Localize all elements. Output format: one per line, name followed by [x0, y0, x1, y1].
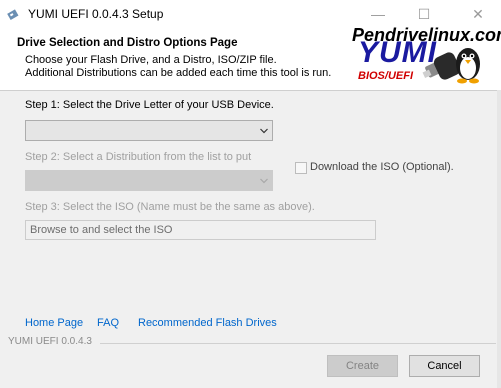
usb-penguin-logo-icon [422, 48, 480, 84]
download-iso-label: Download the ISO (Optional). [310, 161, 454, 173]
home-page-link[interactable]: Home Page [25, 317, 83, 329]
header-banner: Drive Selection and Distro Options Page … [0, 25, 501, 90]
recommended-drives-link[interactable]: Recommended Flash Drives [138, 317, 277, 329]
step1-label: Step 1: Select the Drive Letter of your … [25, 99, 274, 111]
create-button[interactable]: Create [327, 355, 398, 377]
distribution-select[interactable] [25, 170, 273, 191]
drive-letter-select[interactable] [25, 120, 273, 141]
page-description-line1: Choose your Flash Drive, and a Distro, I… [25, 54, 277, 66]
step2-label: Step 2: Select a Distribution from the l… [25, 151, 252, 163]
window-right-edge [497, 90, 501, 388]
faq-link[interactable]: FAQ [97, 317, 119, 329]
footer-divider [100, 343, 496, 344]
iso-path-input[interactable]: Browse to and select the ISO [25, 220, 376, 240]
step3-label: Step 3: Select the ISO (Name must be the… [25, 201, 315, 213]
app-icon [7, 9, 19, 20]
page-description-line2: Additional Distributions can be added ea… [25, 67, 332, 79]
page-title: Drive Selection and Distro Options Page [17, 37, 238, 49]
logo-sub-text: BIOS/UEFI [358, 70, 414, 82]
header-separator [0, 90, 501, 91]
download-iso-checkbox[interactable] [295, 162, 307, 174]
window-title: YUMI UEFI 0.0.4.3 Setup [28, 7, 164, 21]
cancel-button[interactable]: Cancel [409, 355, 480, 377]
chevron-down-icon [260, 128, 268, 134]
chevron-down-icon [260, 178, 268, 184]
version-label: YUMI UEFI 0.0.4.3 [8, 336, 94, 347]
